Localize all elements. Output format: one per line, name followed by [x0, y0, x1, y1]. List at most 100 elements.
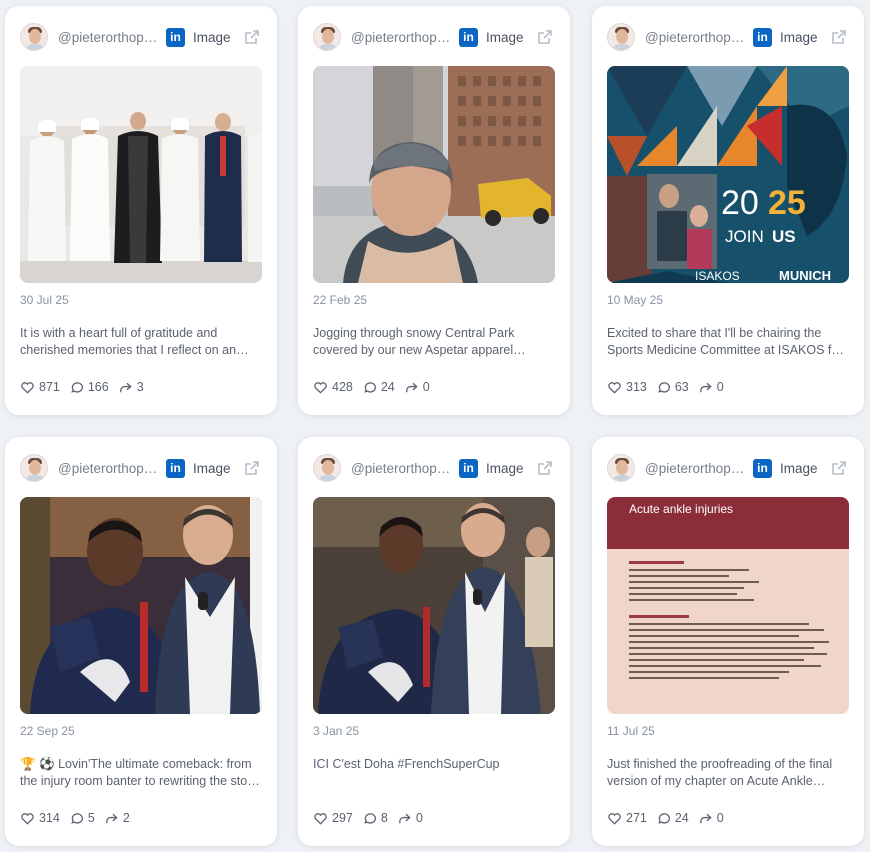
post-type-label: Image	[193, 29, 231, 45]
event-cta-b: US	[772, 227, 796, 246]
linkedin-icon: in	[753, 458, 772, 478]
external-link-icon[interactable]	[536, 459, 554, 477]
post-caption[interactable]: Just finished the proofreading of the fi…	[607, 756, 849, 790]
post-stats: 271 24 0	[607, 811, 733, 826]
post-caption[interactable]: Jogging through snowy Central Park cover…	[313, 325, 555, 359]
likes-stat: 297	[313, 811, 353, 826]
card-header: @pieterorthopaedics in Image	[313, 22, 558, 52]
post-image[interactable]	[20, 66, 262, 283]
heart-icon	[608, 813, 621, 825]
card-header: @pieterorthopaedics in Image	[20, 453, 265, 483]
post-image[interactable]: Acute ankle injuries	[607, 497, 849, 714]
author-handle[interactable]: @pieterorthopaedics	[351, 461, 451, 476]
avatar[interactable]	[607, 454, 635, 482]
shares-count: 0	[422, 380, 430, 394]
avatar[interactable]	[20, 454, 48, 482]
comment-icon	[364, 813, 376, 824]
heart-icon	[21, 813, 34, 825]
comments-stat: 24	[362, 380, 395, 395]
post-caption[interactable]: 🏆 ⚽ Lovin'The ultimate comeback: from th…	[20, 756, 262, 790]
external-link-icon[interactable]	[830, 459, 848, 477]
likes-count: 313	[626, 380, 647, 394]
share-icon	[119, 382, 132, 393]
avatar[interactable]	[607, 23, 635, 51]
post-caption[interactable]: Excited to share that I'll be chairing t…	[607, 325, 849, 359]
post-card[interactable]: @pieterorthopaedics in Image	[298, 6, 570, 415]
likes-stat: 314	[20, 811, 60, 826]
card-header: @pieterorthopaedics in Image	[607, 453, 852, 483]
comments-count: 24	[380, 380, 395, 394]
post-card[interactable]: @pieterorthopaedics in Image	[5, 437, 277, 846]
event-year-b: 25	[768, 184, 806, 222]
author-handle[interactable]: @pieterorthopaedics	[645, 461, 745, 476]
post-stats: 428 24 0	[313, 380, 439, 395]
shares-stat: 0	[698, 380, 724, 395]
heart-icon	[314, 382, 327, 394]
post-type-label: Image	[486, 29, 524, 45]
heart-icon	[608, 382, 621, 394]
likes-count: 297	[332, 811, 353, 825]
post-type-label: Image	[193, 460, 231, 476]
post-caption[interactable]: ICI C'est Doha #FrenchSuperCup	[313, 756, 555, 773]
comments-count: 8	[380, 811, 388, 825]
card-header: @pieterorthopaedics in Image	[313, 453, 558, 483]
author-handle[interactable]: @pieterorthopaedics	[645, 30, 745, 45]
avatar[interactable]	[313, 23, 341, 51]
heart-icon	[21, 382, 34, 394]
post-date: 10 May 25	[607, 293, 664, 307]
external-link-icon[interactable]	[830, 28, 848, 46]
shares-count: 2	[122, 811, 130, 825]
avatar[interactable]	[313, 454, 341, 482]
author-handle[interactable]: @pieterorthopaedics	[351, 30, 451, 45]
likes-count: 314	[39, 811, 60, 825]
post-image[interactable]	[20, 497, 262, 714]
comments-stat: 8	[362, 811, 388, 826]
share-icon	[405, 382, 418, 393]
shares-stat: 3	[118, 380, 144, 395]
comments-stat: 24	[656, 811, 689, 826]
comments-count: 63	[674, 380, 689, 394]
post-date: 22 Sep 25	[20, 724, 75, 738]
avatar[interactable]	[20, 23, 48, 51]
comments-count: 5	[87, 811, 95, 825]
event-year-a: 20	[721, 184, 759, 222]
linkedin-icon: in	[166, 27, 185, 47]
external-link-icon[interactable]	[243, 459, 261, 477]
shares-count: 3	[136, 380, 144, 394]
author-handle[interactable]: @pieterorthopaedics	[58, 30, 158, 45]
post-type-label: Image	[780, 29, 818, 45]
comment-icon	[658, 382, 670, 393]
post-image[interactable]	[313, 497, 555, 714]
external-link-icon[interactable]	[243, 28, 261, 46]
shares-stat: 2	[104, 811, 130, 826]
event-cta-a: JOIN	[725, 227, 764, 246]
shares-count: 0	[716, 380, 724, 394]
post-card[interactable]: @pieterorthopaedics in Image	[5, 6, 277, 415]
event-org: ISAKOS	[695, 269, 740, 283]
post-type-label: Image	[780, 460, 818, 476]
shares-count: 0	[415, 811, 423, 825]
post-card[interactable]: @pieterorthopaedics in Image	[592, 6, 864, 415]
post-stats: 313 63 0	[607, 380, 733, 395]
post-image[interactable]	[313, 66, 555, 283]
post-date: 22 Feb 25	[313, 293, 368, 307]
shares-count: 0	[716, 811, 724, 825]
external-link-icon[interactable]	[536, 28, 554, 46]
post-card[interactable]: @pieterorthopaedics in Image	[298, 437, 570, 846]
event-city: MUNICH	[779, 268, 831, 283]
post-date: 30 Jul 25	[20, 293, 69, 307]
share-icon	[398, 813, 411, 824]
post-image[interactable]: 20 25 JOIN US ISAKOS MUNICH	[607, 66, 849, 283]
likes-count: 428	[332, 380, 353, 394]
post-date: 3 Jan 25	[313, 724, 360, 738]
likes-count: 271	[626, 811, 647, 825]
shares-stat: 0	[698, 811, 724, 826]
post-caption[interactable]: It is with a heart full of gratitude and…	[20, 325, 262, 359]
author-handle[interactable]: @pieterorthopaedics	[58, 461, 158, 476]
linkedin-icon: in	[166, 458, 185, 478]
card-header: @pieterorthopaedics in Image	[20, 22, 265, 52]
comments-count: 24	[674, 811, 689, 825]
shares-stat: 0	[397, 811, 423, 826]
shares-stat: 0	[404, 380, 430, 395]
post-card[interactable]: @pieterorthopaedics in Image Acute ankle…	[592, 437, 864, 846]
